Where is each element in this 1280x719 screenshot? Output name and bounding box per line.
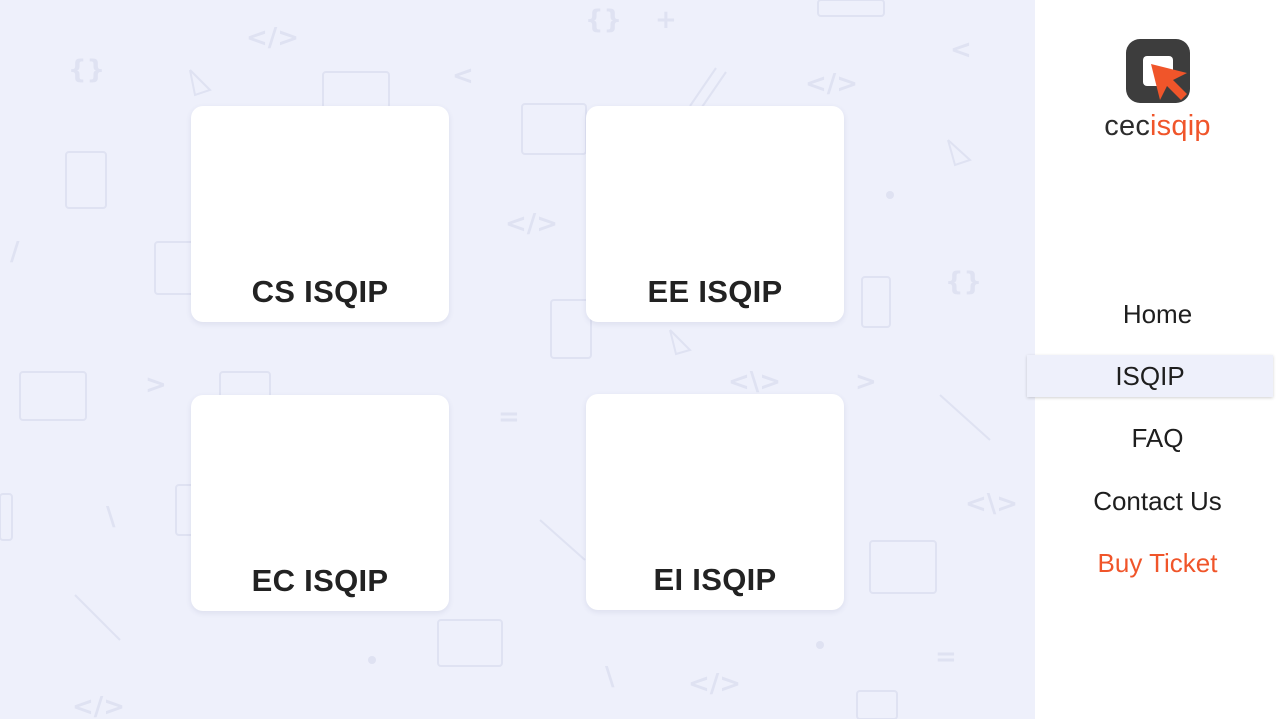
nav-faq[interactable]: FAQ bbox=[1035, 417, 1280, 459]
card-label: CS ISQIP bbox=[251, 274, 389, 309]
brand-logo[interactable]: cecisqip bbox=[1035, 36, 1280, 143]
nav-isqip[interactable]: ISQIP bbox=[1027, 355, 1273, 397]
card-label: EC ISQIP bbox=[251, 563, 389, 598]
sidebar: cecisqip Home ISQIP FAQ Contact Us Buy T… bbox=[1027, 0, 1280, 719]
card-ei-isqip[interactable]: EI ISQIP bbox=[586, 394, 844, 610]
card-cs-isqip[interactable]: CS ISQIP bbox=[191, 106, 449, 322]
logo-mark-icon bbox=[1125, 39, 1190, 103]
brand-name: cecisqip bbox=[1104, 110, 1211, 142]
card-label: EE ISQIP bbox=[647, 274, 783, 309]
nav-buy-ticket[interactable]: Buy Ticket bbox=[1035, 542, 1280, 584]
card-ee-isqip[interactable]: EE ISQIP bbox=[586, 106, 844, 322]
main-content: CS ISQIP EE ISQIP EC ISQIP EI ISQIP bbox=[0, 0, 1035, 719]
card-ec-isqip[interactable]: EC ISQIP bbox=[191, 395, 449, 611]
nav-contact-us[interactable]: Contact Us bbox=[1035, 480, 1280, 522]
card-label: EI ISQIP bbox=[653, 562, 777, 597]
nav-home[interactable]: Home bbox=[1035, 293, 1280, 335]
